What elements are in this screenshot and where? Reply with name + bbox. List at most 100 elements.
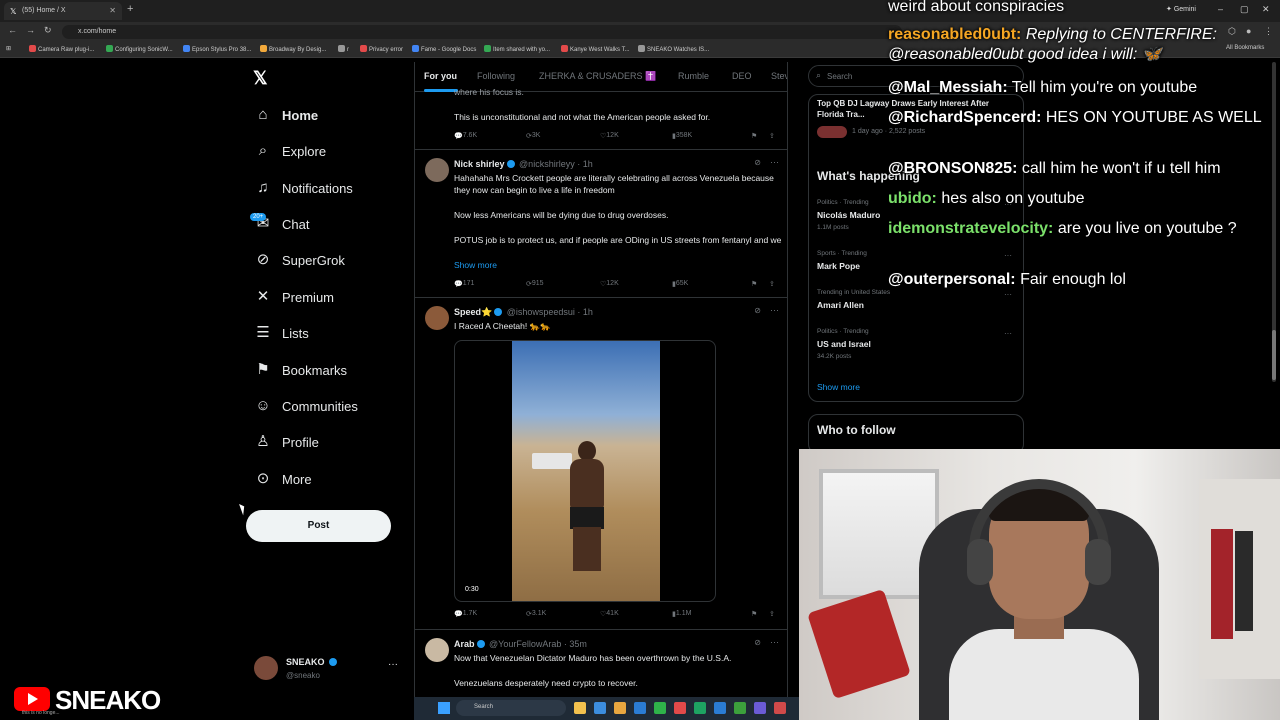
- like-button[interactable]: ♡ 41K: [600, 610, 619, 618]
- scrollbar-thumb[interactable]: [1272, 330, 1276, 380]
- x-logo-icon[interactable]: 𝕏: [253, 68, 268, 89]
- bookmark-item[interactable]: Item shared with yo...: [484, 45, 550, 53]
- trend-more-icon[interactable]: ···: [1004, 251, 1012, 260]
- bookmark-item[interactable]: r: [338, 45, 349, 53]
- share-icon[interactable]: ⇪: [769, 610, 775, 618]
- account-menu-icon[interactable]: ···: [388, 659, 398, 670]
- tweet[interactable]: Nick shirley @nickshirleyy · 1h ⊘ ··· Ha…: [415, 150, 787, 298]
- video-player[interactable]: 0:30: [454, 340, 716, 602]
- more-options-icon[interactable]: ···: [770, 157, 779, 167]
- app-icon[interactable]: [654, 702, 666, 714]
- url-field[interactable]: x.com/home: [62, 25, 902, 39]
- reply-button[interactable]: 💬 171: [454, 280, 474, 288]
- windows-start-icon[interactable]: [438, 702, 450, 714]
- nav-profile[interactable]: ♙ Profile: [250, 427, 400, 457]
- tweet-text: Venezuelans desperately need crypto to r…: [454, 678, 638, 688]
- chrome-icon[interactable]: [674, 702, 686, 714]
- bookmark-item[interactable]: Fame - Google Docs: [412, 45, 476, 53]
- avatar[interactable]: [425, 638, 449, 662]
- nav-bookmarks[interactable]: ⚑ Bookmarks: [250, 355, 400, 385]
- bookmark-item[interactable]: Configuring SonicW...: [106, 45, 173, 53]
- bookmark-item[interactable]: Privacy error: [360, 45, 403, 53]
- app-icon[interactable]: [614, 702, 626, 714]
- bookmark-item[interactable]: SNEAKO Watches IS...: [638, 45, 709, 53]
- nav-explore[interactable]: ⌕ Explore: [250, 136, 400, 166]
- show-more-trends-link[interactable]: Show more: [817, 382, 860, 392]
- more-options-icon[interactable]: ···: [770, 305, 779, 315]
- trend-name[interactable]: US and Israel: [817, 339, 871, 349]
- like-button[interactable]: ♡ 12K: [600, 132, 619, 140]
- nav-premium[interactable]: ✕ Premium: [250, 282, 400, 312]
- bookmark-icon[interactable]: ⚑: [751, 132, 757, 140]
- bookmark-icon[interactable]: ⚑: [751, 610, 757, 618]
- like-button[interactable]: ♡ 12K: [600, 280, 619, 288]
- tab-rumble[interactable]: Rumble: [678, 71, 709, 81]
- views-button[interactable]: ▮ 358K: [672, 132, 692, 140]
- avatar[interactable]: [425, 158, 449, 182]
- taskbar-search[interactable]: Search: [456, 700, 566, 716]
- tab-following[interactable]: Following: [477, 71, 515, 81]
- show-more-link[interactable]: Show more: [454, 259, 784, 271]
- bookmark-item[interactable]: Broadway By Desig...: [260, 45, 326, 53]
- app-icon[interactable]: [754, 702, 766, 714]
- tab-zherka[interactable]: ZHERKA & CRUSADERS ✝️: [539, 71, 656, 82]
- avatar[interactable]: [425, 306, 449, 330]
- tab-stev[interactable]: Stev: [771, 71, 787, 81]
- nav-communities[interactable]: ☺ Communities: [250, 391, 400, 421]
- file-explorer-icon[interactable]: [574, 702, 586, 714]
- more-options-icon[interactable]: ···: [770, 637, 779, 647]
- tweet[interactable]: where his focus is. This is unconstituti…: [415, 87, 787, 150]
- tweet-author[interactable]: Arab @YourFellowArab · 35m: [454, 639, 587, 649]
- nav-notifications[interactable]: ♫ Notifications: [250, 173, 400, 203]
- nav-supergrok[interactable]: ⊘ SuperGrok: [250, 245, 400, 275]
- browser-tab[interactable]: 𝕏 (55) Home / X ✕: [4, 2, 122, 20]
- app-icon[interactable]: [734, 702, 746, 714]
- nav-home[interactable]: ⌂ Home: [250, 100, 400, 130]
- views-button[interactable]: ▮ 1.1M: [672, 610, 691, 618]
- account-name[interactable]: SNEAKO: [286, 657, 339, 667]
- reply-button[interactable]: 💬 1.7K: [454, 610, 477, 618]
- nav-chat[interactable]: ✉ Chat: [250, 209, 400, 239]
- repost-button[interactable]: ⟳ 3.1K: [526, 610, 546, 618]
- tab-deo[interactable]: DEO: [732, 71, 752, 81]
- reload-icon[interactable]: ↻: [44, 25, 52, 36]
- close-tab-icon[interactable]: ✕: [109, 6, 116, 15]
- trend-name[interactable]: Amari Allen: [817, 300, 864, 310]
- apps-icon[interactable]: ⊞: [6, 45, 11, 52]
- grok-icon[interactable]: ⊘: [754, 158, 761, 167]
- trend-name[interactable]: Nicolás Maduro: [817, 210, 880, 220]
- edge-icon[interactable]: [634, 702, 646, 714]
- tweet-text: POTUS job is to protect us, and if peopl…: [454, 235, 782, 245]
- avatar[interactable]: [254, 656, 278, 680]
- repost-button[interactable]: ⟳ 3K: [526, 132, 540, 140]
- forward-icon[interactable]: →: [26, 25, 35, 35]
- share-icon[interactable]: ⇪: [769, 280, 775, 288]
- new-tab-icon[interactable]: +: [127, 3, 133, 15]
- app-icon[interactable]: [694, 702, 706, 714]
- app-icon[interactable]: [714, 702, 726, 714]
- bookmark-icon[interactable]: ⚑: [751, 280, 757, 288]
- back-icon[interactable]: ←: [8, 25, 17, 35]
- trend-more-icon[interactable]: ···: [1004, 329, 1012, 338]
- repost-button[interactable]: ⟳ 915: [526, 280, 544, 288]
- nav-lists[interactable]: ☰ Lists: [250, 318, 400, 348]
- grok-icon[interactable]: ⊘: [754, 306, 761, 315]
- app-icon[interactable]: [594, 702, 606, 714]
- bookmark-item[interactable]: Kanye West Walks T...: [561, 45, 630, 53]
- bookmark-item[interactable]: Epson Stylus Pro 38...: [183, 45, 251, 53]
- app-icon[interactable]: [774, 702, 786, 714]
- bookmark-item[interactable]: Camera Raw plug-i...: [29, 45, 94, 53]
- timeline: For you Following ZHERKA & CRUSADERS ✝️ …: [414, 62, 788, 720]
- post-button[interactable]: Post: [246, 510, 391, 542]
- share-icon[interactable]: ⇪: [769, 132, 775, 140]
- trend-name[interactable]: Mark Pope: [817, 261, 860, 271]
- nav-more[interactable]: ⊙ More: [250, 464, 400, 494]
- grok-icon[interactable]: ⊘: [754, 638, 761, 647]
- tweet-author[interactable]: Nick shirley @nickshirleyy · 1h: [454, 159, 593, 169]
- trend-more-icon[interactable]: ···: [1004, 290, 1012, 299]
- tab-for-you[interactable]: For you: [424, 71, 457, 81]
- tweet-author[interactable]: Speed⭐ @ishowspeedsui · 1h: [454, 307, 593, 318]
- views-button[interactable]: ▮ 65K: [672, 280, 688, 288]
- reply-button[interactable]: 💬 7.6K: [454, 132, 477, 140]
- tweet[interactable]: Speed⭐ @ishowspeedsui · 1h ⊘ ··· I Raced…: [415, 298, 787, 630]
